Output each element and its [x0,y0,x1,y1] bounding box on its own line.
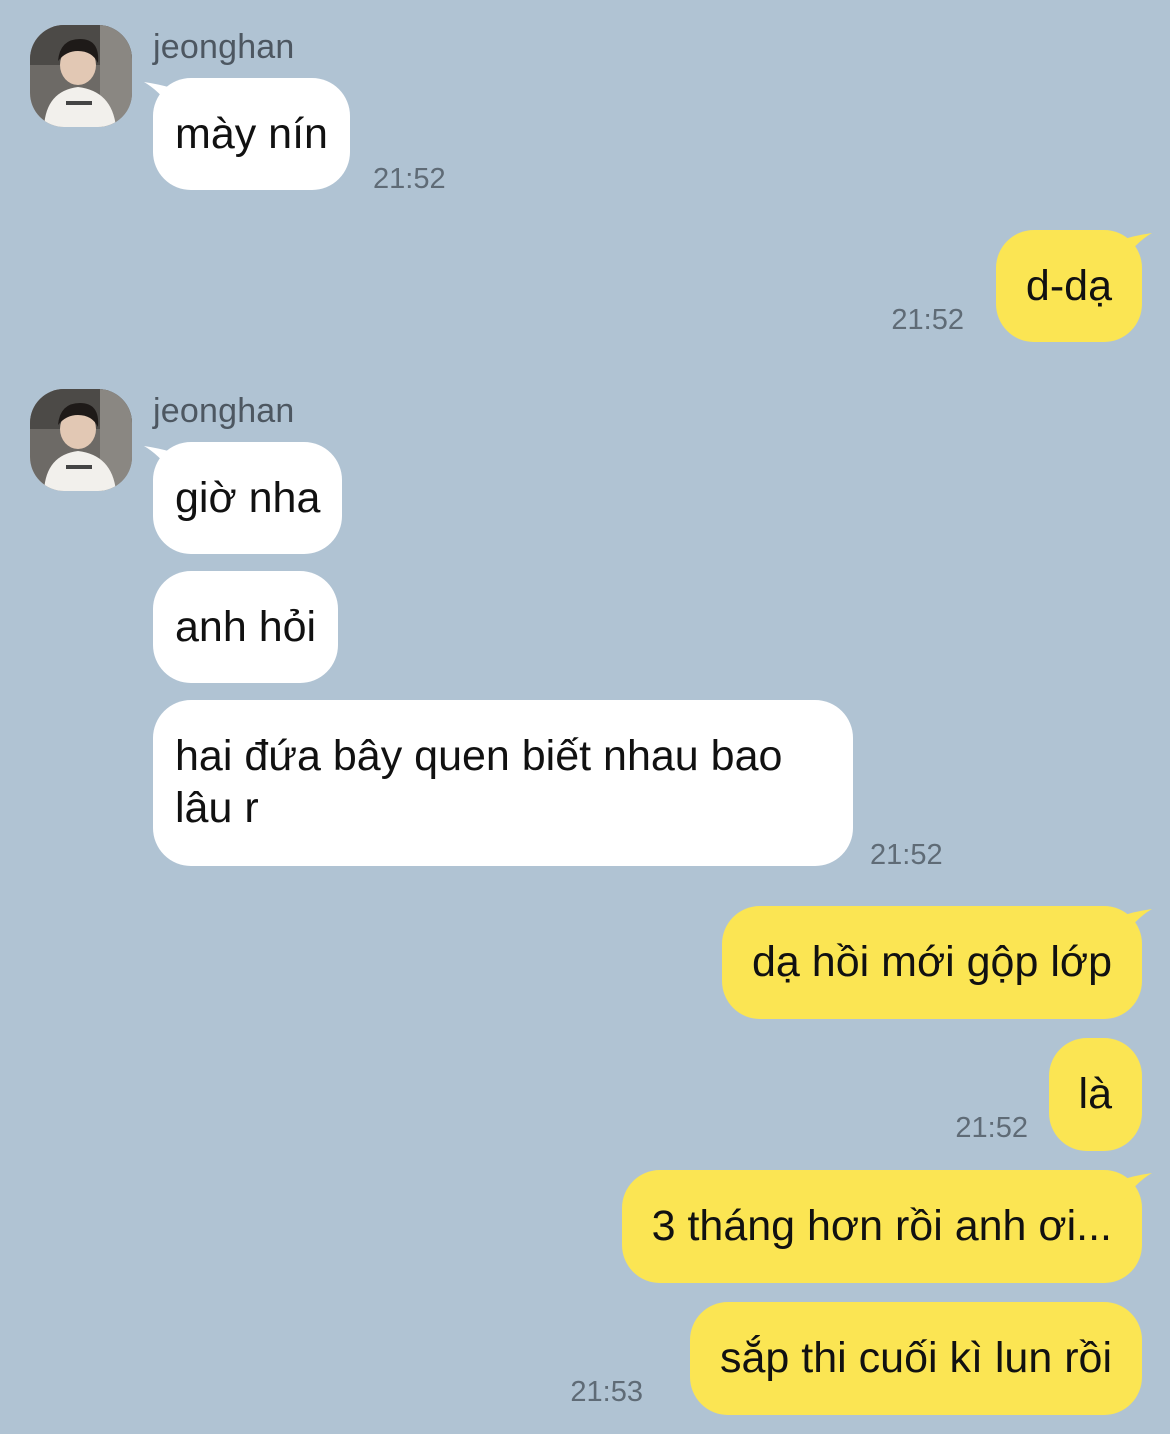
message-timestamp: 21:52 [891,304,964,336]
message-text: giờ nha [175,474,321,522]
avatar-image [30,25,132,127]
message-bubble-incoming[interactable]: hai đứa bây quen biết nhau bao lâu r [153,700,853,866]
message-text: dạ hồi mới gộp lớp [752,938,1112,986]
message-text: anh hỏi [175,603,317,651]
message-timestamp: 21:52 [955,1112,1028,1144]
message-text: 3 tháng hơn rồi anh ơi... [651,1202,1112,1250]
sender-name: jeonghan [153,392,295,430]
message-bubble-outgoing[interactable]: là [1048,1038,1142,1151]
message-bubble-outgoing[interactable]: sắp thi cuối kì lun rồi [690,1302,1142,1415]
avatar[interactable] [30,25,132,127]
bubble-tail [1124,233,1152,259]
message-text: hai đứa bây quen biết nhau bao lâu r [175,732,783,832]
message-text: là [1078,1070,1112,1118]
bubble-tail [1124,1173,1152,1199]
sender-name: jeonghan [153,28,295,66]
message-text: mày nín [175,110,328,158]
message-text: sắp thi cuối kì lun rồi [720,1334,1112,1382]
message-bubble-incoming[interactable]: mày nín [153,78,350,190]
message-bubble-incoming[interactable]: anh hỏi [153,571,339,683]
message-bubble-incoming[interactable]: giờ nha [153,442,343,554]
message-text: d-dạ [1025,262,1112,310]
message-bubble-outgoing[interactable]: d-dạ [995,230,1142,342]
chat-area[interactable]: jeonghan mày nín 21:52 d-dạ 21:52 jeongh… [0,0,1170,1434]
message-timestamp: 21:53 [570,1376,643,1408]
message-timestamp: 21:52 [373,163,446,195]
avatar-image [30,389,132,491]
avatar[interactable] [30,389,132,491]
message-bubble-outgoing[interactable]: dạ hồi mới gộp lớp [722,906,1142,1019]
message-timestamp: 21:52 [870,839,943,871]
message-bubble-outgoing[interactable]: 3 tháng hơn rồi anh ơi... [621,1170,1142,1283]
bubble-tail [1124,909,1152,935]
